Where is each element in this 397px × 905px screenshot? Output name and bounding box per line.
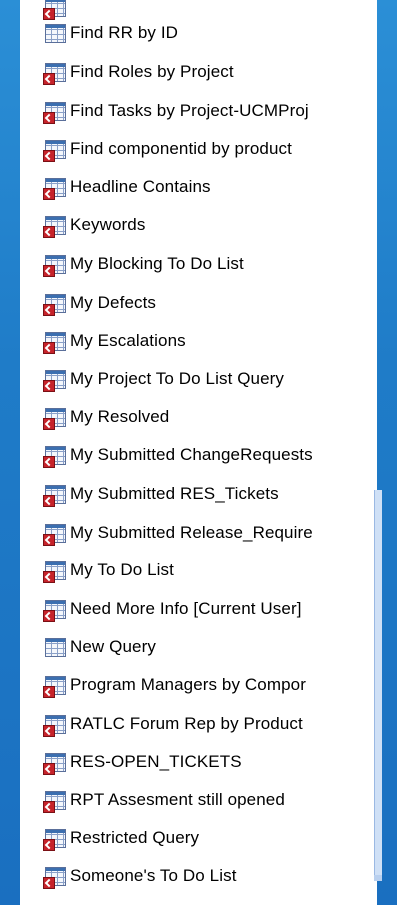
query-label: RPT Assesment still opened	[70, 790, 285, 809]
query-icon-shortcut	[43, 865, 66, 889]
query-icon-shortcut	[43, 751, 66, 775]
scrollbar-track[interactable]	[374, 490, 382, 881]
query-label: My Resolved	[70, 407, 170, 426]
query-icon-shortcut	[43, 559, 66, 583]
query-item[interactable]: My Resolved	[43, 402, 377, 432]
query-label: Find Tasks by Project-UCMProj	[70, 101, 309, 120]
query-item[interactable]: RPT Assesment still opened	[43, 785, 377, 815]
query-icon-shortcut	[43, 522, 66, 546]
query-item[interactable]: My To Do List	[43, 555, 377, 585]
query-label: Find Roles by Project	[70, 62, 234, 81]
query-label: My Blocking To Do List	[70, 254, 244, 273]
query-icon-shortcut	[43, 292, 66, 316]
query-icon-shortcut	[43, 789, 66, 813]
query-item[interactable]: Who is RATLC ID Query?	[44, 899, 377, 905]
query-item[interactable]: My Submitted RES_Tickets	[43, 479, 377, 509]
query-label: Need More Info [Current User]	[70, 599, 302, 618]
query-icon-shortcut	[43, 406, 66, 430]
query-icon-shortcut	[43, 827, 66, 851]
query-label: New Query	[70, 637, 156, 656]
query-icon-shortcut	[43, 253, 66, 277]
query-icon-shortcut	[43, 330, 66, 354]
query-label: RES-OPEN_TICKETS	[70, 752, 242, 771]
query-item[interactable]: My Project To Do List Query	[43, 364, 377, 394]
query-icon-shortcut	[43, 368, 66, 392]
query-label: Someone's To Do List	[70, 866, 237, 885]
query-label: My Defects	[70, 293, 157, 312]
query-icon-shortcut	[43, 674, 66, 698]
query-label: My Submitted ChangeRequests	[70, 445, 313, 464]
query-item[interactable]: My Escalations	[43, 326, 377, 356]
query-icon	[44, 636, 66, 658]
query-item[interactable]: My Blocking To Do List	[43, 249, 377, 279]
query-label: My Project To Do List Query	[70, 369, 285, 388]
query-label: My Escalations	[70, 331, 186, 350]
query-item[interactable]: RATLC Forum Rep by Product	[43, 709, 377, 739]
query-icon-shortcut	[43, 176, 66, 200]
query-icon-shortcut	[43, 100, 66, 124]
query-label: Program Managers by Compor	[70, 675, 306, 694]
query-item[interactable]: Keywords	[43, 210, 377, 240]
query-item[interactable]: Someone's To Do List	[43, 861, 377, 891]
query-label: Restricted Query	[70, 828, 200, 847]
query-label: Keywords	[70, 215, 146, 234]
query-label: RATLC Forum Rep by Product	[70, 714, 303, 733]
query-label: Find componentid by product	[70, 139, 292, 158]
query-item[interactable]: Program Managers by Compor	[43, 670, 377, 700]
query-icon	[44, 22, 66, 44]
query-icon-shortcut	[43, 138, 66, 162]
query-label: My To Do List	[70, 560, 174, 579]
query-item[interactable]: RES-OPEN_TICKETS	[43, 747, 377, 777]
query-item[interactable]: My Submitted ChangeRequests	[43, 440, 377, 470]
query-item[interactable]: Restricted Query	[43, 823, 377, 853]
query-list-panel: Find RR by ID Find Roles by Project Find T…	[20, 0, 377, 905]
query-item[interactable]: Find componentid by product	[43, 134, 377, 164]
query-icon-shortcut	[43, 598, 66, 622]
query-icon-shortcut	[43, 61, 66, 85]
query-item[interactable]: My Submitted Release_Require	[43, 518, 377, 548]
query-icon-shortcut	[43, 483, 66, 507]
query-label: My Submitted RES_Tickets	[70, 484, 279, 503]
query-item[interactable]: Find RR by ID	[44, 18, 377, 48]
query-item[interactable]: Find Tasks by Project-UCMProj	[43, 96, 377, 126]
query-icon-shortcut	[43, 0, 66, 20]
query-item[interactable]: Need More Info [Current User]	[43, 594, 377, 624]
query-label: My Submitted Release_Require	[70, 523, 313, 542]
query-item[interactable]: My Defects	[43, 288, 377, 318]
query-item[interactable]: Find Roles by Project	[43, 57, 377, 87]
query-icon-shortcut	[43, 214, 66, 238]
query-label: Find RR by ID	[70, 23, 179, 42]
query-icon-shortcut	[43, 713, 66, 737]
query-label: Headline Contains	[70, 177, 211, 196]
query-item[interactable]: New Query	[44, 632, 377, 662]
query-item[interactable]: Headline Contains	[43, 172, 377, 202]
query-icon-shortcut	[43, 444, 66, 468]
